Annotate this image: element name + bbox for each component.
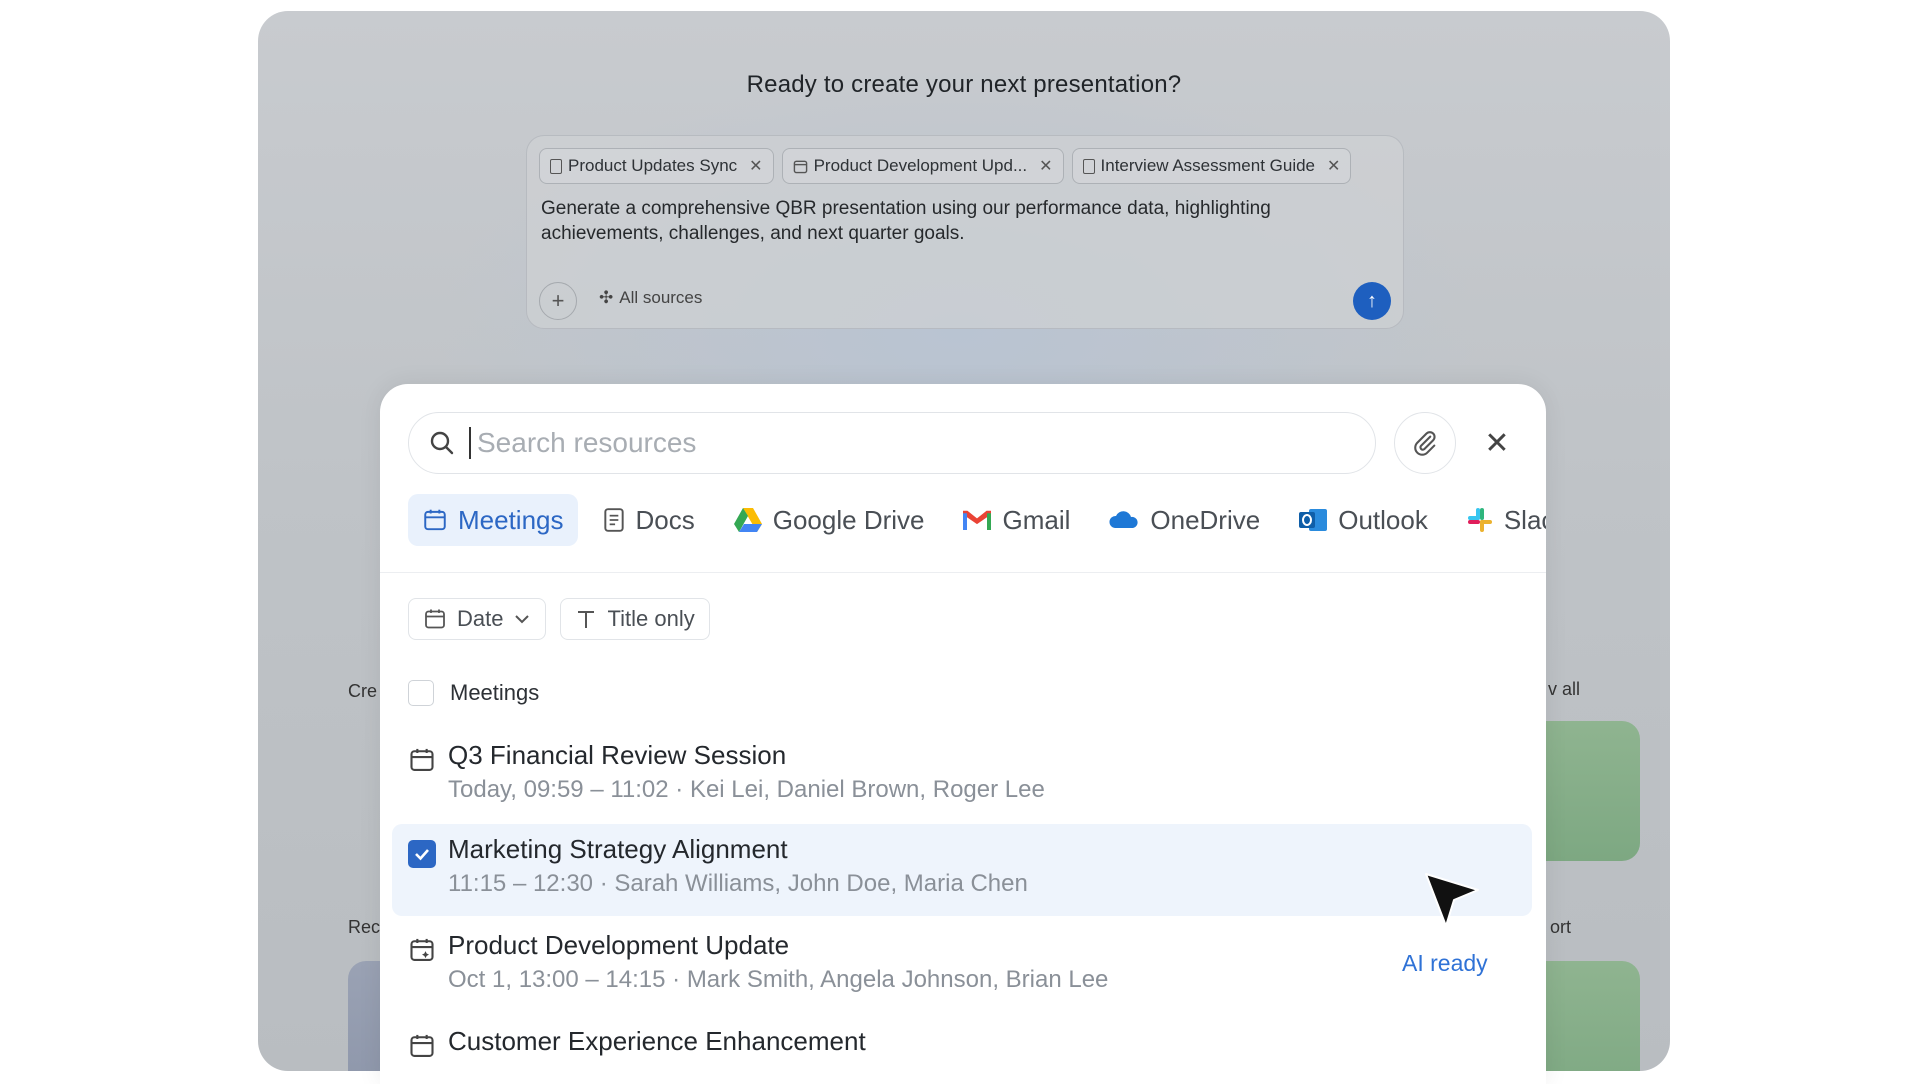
chip-label: Product Development Upd... bbox=[813, 156, 1028, 175]
search-bar[interactable] bbox=[408, 412, 1376, 474]
chevron-down-icon bbox=[515, 615, 530, 624]
tab-onedrive[interactable]: OneDrive bbox=[1094, 494, 1274, 546]
remove-chip-icon[interactable]: ✕ bbox=[749, 156, 762, 176]
send-button[interactable]: ↑ bbox=[1353, 282, 1391, 320]
item-checkbox[interactable] bbox=[408, 840, 436, 868]
item-title: Product Development Update bbox=[448, 930, 790, 960]
filter-bar: Date Title only bbox=[408, 598, 710, 640]
partial-section-label: Cre bbox=[348, 681, 378, 701]
page-title: Ready to create your next presentation? bbox=[746, 71, 1182, 98]
divider bbox=[380, 572, 1546, 573]
attached-chip[interactable]: Product Updates Sync ✕ bbox=[539, 148, 774, 184]
item-meta: Oct 1, 13:00 – 14:15 · Mark Smith, Angel… bbox=[448, 966, 1109, 993]
prompt-composer: Product Updates Sync ✕ Product Developme… bbox=[526, 135, 1404, 329]
sources-label: All sources bbox=[619, 288, 703, 307]
partial-view-all-link[interactable]: v all bbox=[1548, 679, 1580, 700]
chip-label: Interview Assessment Guide bbox=[1100, 156, 1316, 175]
tab-label: Docs bbox=[635, 504, 695, 535]
filter-label: Title only bbox=[607, 606, 695, 631]
remove-chip-icon[interactable]: ✕ bbox=[1039, 156, 1052, 176]
title-only-toggle[interactable]: Title only bbox=[560, 598, 710, 640]
attached-chip[interactable]: Product Development Upd... ✕ bbox=[781, 148, 1064, 184]
calendar-icon bbox=[424, 509, 446, 531]
filter-label: Date bbox=[457, 606, 504, 631]
text-icon bbox=[578, 611, 595, 628]
document-icon bbox=[550, 158, 562, 174]
tab-outlook[interactable]: Outlook bbox=[1284, 494, 1442, 546]
search-input[interactable] bbox=[475, 426, 1239, 460]
document-icon bbox=[1082, 158, 1095, 174]
calendar-icon bbox=[793, 160, 807, 173]
all-sources-button[interactable]: ✣ All sources bbox=[599, 288, 702, 308]
tab-docs[interactable]: Docs bbox=[588, 494, 709, 546]
tab-gmail[interactable]: Gmail bbox=[948, 494, 1084, 546]
tab-google-drive[interactable]: Google Drive bbox=[719, 494, 939, 546]
tab-meetings[interactable]: Meetings bbox=[408, 494, 578, 546]
item-meta: Today, 09:59 – 11:02 · Kei Lei, Daniel B… bbox=[448, 776, 1045, 803]
select-all-checkbox[interactable] bbox=[408, 680, 434, 706]
section-header: Meetings bbox=[408, 680, 539, 706]
tab-label: Gmail bbox=[1002, 504, 1071, 535]
date-filter-dropdown[interactable]: Date bbox=[408, 598, 547, 640]
partial-label: ort bbox=[1550, 917, 1572, 937]
attached-chips: Product Updates Sync ✕ Product Developme… bbox=[539, 148, 1352, 184]
item-title: Marketing Strategy Alignment bbox=[448, 834, 788, 864]
calendar-icon bbox=[410, 748, 434, 771]
chip-label: Product Updates Sync bbox=[568, 156, 738, 175]
calendar-icon bbox=[425, 609, 445, 629]
outlook-icon bbox=[1299, 509, 1328, 531]
gmail-icon bbox=[963, 510, 992, 530]
search-icon bbox=[430, 431, 454, 455]
list-item[interactable]: Q3 Financial Review Session Today, 09:59… bbox=[392, 730, 1532, 822]
tab-label: OneDrive bbox=[1150, 504, 1261, 535]
source-tabs: Meetings Docs Google Drive Gmail OneDriv… bbox=[408, 494, 1546, 546]
remove-chip-icon[interactable]: ✕ bbox=[1327, 156, 1340, 176]
list-item[interactable]: Product Development Update Oct 1, 13:00 … bbox=[392, 920, 1532, 1012]
mouse-cursor-icon bbox=[1425, 873, 1479, 927]
list-item[interactable]: Marketing Strategy Alignment 11:15 – 12:… bbox=[392, 824, 1532, 916]
tab-slack[interactable]: Slac bbox=[1452, 494, 1546, 546]
onedrive-icon bbox=[1109, 511, 1138, 528]
item-title: Q3 Financial Review Session bbox=[448, 740, 787, 770]
section-label: Meetings bbox=[450, 680, 540, 705]
tab-label: Outlook bbox=[1338, 504, 1428, 535]
paperclip-icon bbox=[1414, 431, 1436, 456]
list-item[interactable]: Customer Experience Enhancement bbox=[392, 1016, 1532, 1084]
close-icon[interactable]: ✕ bbox=[1480, 426, 1514, 460]
tab-label: Google Drive bbox=[772, 504, 925, 535]
slack-icon bbox=[1467, 508, 1492, 532]
add-button[interactable]: + bbox=[539, 282, 577, 320]
item-meta: 11:15 – 12:30 · Sarah Williams, John Doe… bbox=[448, 870, 1028, 897]
tab-label: Slac bbox=[1503, 504, 1546, 535]
ai-ready-label: AI ready bbox=[1402, 950, 1488, 976]
calendar-icon bbox=[410, 1034, 434, 1057]
item-title: Customer Experience Enhancement bbox=[448, 1026, 866, 1056]
calendar-sparkle-icon bbox=[410, 938, 434, 961]
partial-section-label: Rec bbox=[348, 917, 381, 937]
resource-picker-panel: ✕ Meetings Docs Google Drive Gmail OneDr… bbox=[380, 384, 1546, 1084]
text-caret bbox=[469, 427, 471, 459]
sources-icon: ✣ bbox=[599, 288, 614, 307]
google-drive-icon bbox=[733, 508, 762, 532]
tab-label: Meetings bbox=[458, 504, 564, 535]
attached-chip[interactable]: Interview Assessment Guide ✕ bbox=[1071, 148, 1352, 184]
document-icon bbox=[603, 508, 624, 532]
attach-button[interactable] bbox=[1394, 412, 1456, 474]
check-icon bbox=[415, 849, 429, 861]
prompt-text[interactable]: Generate a comprehensive QBR presentatio… bbox=[541, 196, 1341, 246]
